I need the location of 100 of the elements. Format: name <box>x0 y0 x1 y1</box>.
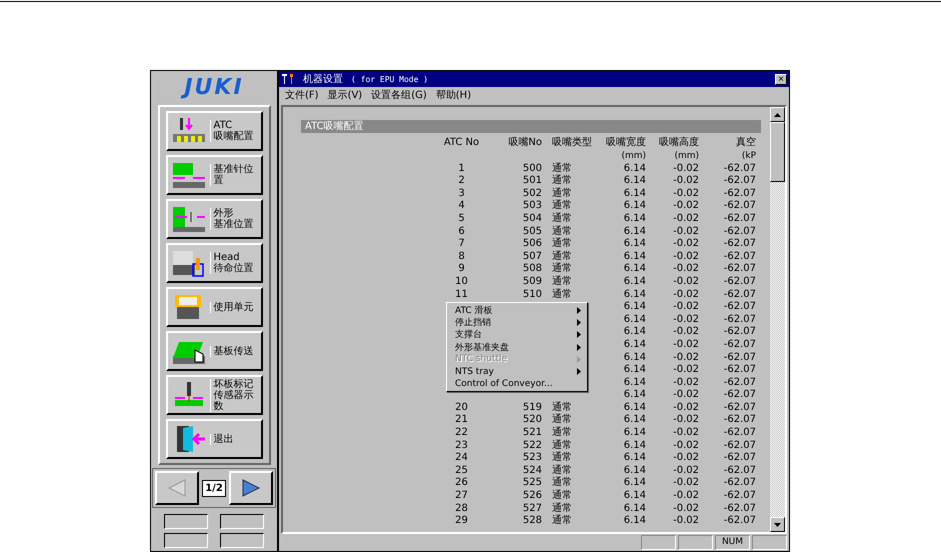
table-cell-text: -62.07 <box>722 427 756 440</box>
head-icon <box>170 248 206 278</box>
table-cell-text: -62.07 <box>722 364 756 377</box>
table-cell-text: -0.02 <box>672 389 699 402</box>
table-cell-text: -62.07 <box>722 376 756 390</box>
table-cell-text: 6 <box>457 226 466 238</box>
table-cell-text: -62.07 <box>722 326 756 339</box>
column-header: 吸嘴高度 <box>658 136 699 150</box>
menu-item[interactable]: 设置各组(G) <box>371 88 427 102</box>
table-cell-text: -0.02 <box>672 427 699 440</box>
unit-label: (kP <box>740 150 756 163</box>
table-cell-text: 22 <box>454 427 469 440</box>
menu-button[interactable]: 使用单元 <box>166 287 262 327</box>
menu-button[interactable]: ATC 吸嘴配置 <box>166 111 262 151</box>
menu-button[interactable]: 基板传送 <box>166 331 262 371</box>
status-panel <box>641 535 676 550</box>
table-cell-text: -0.02 <box>672 276 699 289</box>
table-cell-text: 504 <box>522 212 542 226</box>
menu-button[interactable]: Head 待命位置 <box>166 243 262 283</box>
table-cell-text: 6.14 <box>622 162 646 176</box>
table-cell-text: 通常 <box>551 427 573 440</box>
table-cell-text: 6.14 <box>622 352 646 364</box>
table-cell-text: 通常 <box>551 414 573 426</box>
table-cell-text: 6.14 <box>622 314 646 326</box>
table-cell-text: -0.02 <box>672 301 699 314</box>
table-cell-text: -0.02 <box>672 326 699 339</box>
table-cell-text: 6.14 <box>622 427 646 440</box>
table-cell-text: -0.02 <box>672 188 699 200</box>
table-cell-text: 6.14 <box>622 364 646 377</box>
menu-button[interactable]: 退出 <box>166 419 262 459</box>
table-cell-text: -62.07 <box>722 162 756 176</box>
status-panel <box>752 535 787 550</box>
table-cell-text: 6.14 <box>622 490 646 503</box>
table-cell-text: 通常 <box>551 502 573 514</box>
table-cell-text: -62.07 <box>722 314 756 326</box>
table-cell-text: 6.14 <box>622 338 646 352</box>
table-cell-text: 1 <box>457 162 466 176</box>
table-cell-text: 8 <box>457 250 466 264</box>
table-cell-text: 6.14 <box>622 477 646 490</box>
table-cell-text: -0.02 <box>672 502 699 516</box>
status-panel <box>678 535 713 550</box>
table-cell-text: -62.07 <box>722 238 756 251</box>
menu-item[interactable]: 显示(V) <box>328 88 362 102</box>
table-cell-text: -0.02 <box>672 402 699 414</box>
menu-button[interactable]: 基准针位置 <box>166 155 262 195</box>
window-title: 机器设置 <box>303 72 343 86</box>
table-cell-text: 通常 <box>551 250 573 262</box>
table-cell-text: 20 <box>454 402 469 414</box>
table-cell-text: 25 <box>454 464 469 478</box>
table-cell-text: 通常 <box>551 402 573 414</box>
table-cell-text: 6.14 <box>622 188 646 200</box>
column-header: 吸嘴宽度 <box>605 136 646 150</box>
scroll-up-button[interactable] <box>770 107 785 122</box>
table-cell-text: 21 <box>454 414 469 428</box>
table-cell-text: 6.14 <box>622 250 646 264</box>
context-menu-item[interactable]: ATC 滑板 <box>447 304 587 316</box>
empty-panel <box>220 533 264 548</box>
table-cell-text: 通常 <box>551 263 573 276</box>
table-cell-text: 520 <box>522 414 542 428</box>
table-cell-text: -62.07 <box>722 301 756 314</box>
table-cell-text: 9 <box>457 263 466 276</box>
table-cell-text: 23 <box>454 440 469 452</box>
table-cell-text: 525 <box>522 477 542 490</box>
pin-icon <box>170 160 206 190</box>
table-cell-text: -62.07 <box>722 212 756 226</box>
table-cell-text: 24 <box>454 452 469 465</box>
menu-button[interactable]: 外形 基准位置 <box>166 199 262 239</box>
table-cell-text: 通常 <box>551 515 573 528</box>
table-cell-text: 6.14 <box>622 175 646 188</box>
table-cell-text: 6.14 <box>622 301 646 314</box>
table-cell-text: -0.02 <box>672 250 699 264</box>
table-cell-text: 6.14 <box>622 402 646 414</box>
menu-button[interactable]: 坏板标记 传感器示数 <box>166 375 262 415</box>
table-cell-text: -0.02 <box>672 338 699 352</box>
scroll-down-button[interactable] <box>770 517 785 532</box>
menu-item[interactable]: 文件(F) <box>285 88 319 102</box>
table-cell-text: 6.14 <box>622 389 646 402</box>
context-menu-item[interactable]: Control of Conveyor... <box>447 378 587 390</box>
close-button[interactable]: × <box>775 74 787 84</box>
context-menu-item[interactable]: NTS tray <box>447 365 587 378</box>
table-cell-text: -62.07 <box>722 188 756 200</box>
context-menu-item[interactable]: 停止挡销 <box>447 316 587 329</box>
table-cell-text: 通常 <box>551 162 573 174</box>
next-page-button[interactable] <box>228 471 273 505</box>
table-cell-text: 507 <box>522 250 542 264</box>
table-cell-text: -0.02 <box>672 414 699 428</box>
table-cell-text: 通常 <box>551 464 573 476</box>
table-cell-text: 通常 <box>551 200 573 212</box>
table-cell-text: 6.14 <box>622 452 646 465</box>
context-menu-item[interactable]: 外形基准夹盘 <box>447 340 587 354</box>
menu-item[interactable]: 帮助(H) <box>436 88 472 102</box>
scroll-thumb[interactable] <box>770 122 785 182</box>
table-cell-text: 505 <box>522 226 542 238</box>
table-cell-text: -0.02 <box>672 364 699 377</box>
table-cell-text: 6.14 <box>622 238 646 251</box>
table-cell-text: 26 <box>454 477 469 490</box>
context-menu-item[interactable]: 支撑台 <box>447 328 587 341</box>
table-cell-text: 524 <box>522 464 542 478</box>
table-cell-text: -62.07 <box>722 477 756 490</box>
table-cell-text: 6.14 <box>622 414 646 428</box>
